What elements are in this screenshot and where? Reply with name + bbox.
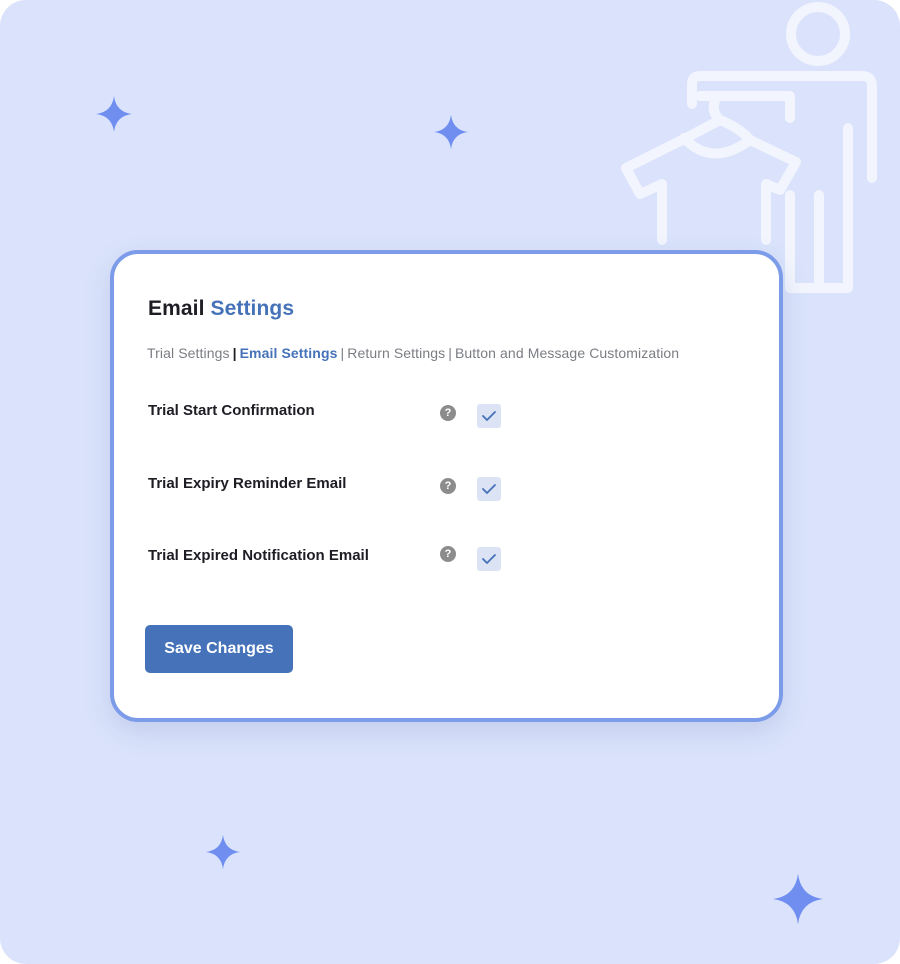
tab-return-settings[interactable]: Return Settings <box>347 345 445 361</box>
question-circle-icon[interactable]: ? <box>440 478 456 494</box>
trial-expiry-reminder-checkbox[interactable] <box>477 477 501 501</box>
tab-separator: | <box>232 345 237 361</box>
checkmark-icon <box>482 411 496 421</box>
setting-row-trial-expired-notification: Trial Expired Notification Email ? <box>114 545 779 575</box>
sparkle-icon <box>96 96 132 132</box>
sparkle-icon <box>772 873 824 925</box>
setting-row-trial-start: Trial Start Confirmation ? <box>114 402 779 432</box>
tab-trial-settings[interactable]: Trial Settings <box>147 345 230 361</box>
sparkle-icon <box>433 114 469 150</box>
settings-card: Email Settings Trial Settings | Email Sett… <box>110 250 783 722</box>
setting-row-trial-expiry-reminder: Trial Expiry Reminder Email ? <box>114 475 779 505</box>
save-changes-button[interactable]: Save Changes <box>145 625 293 673</box>
page-title: Email Settings <box>148 297 294 321</box>
setting-label: Trial Expired Notification Email <box>148 547 369 564</box>
title-word-2: Settings <box>210 297 295 320</box>
question-circle-icon[interactable]: ? <box>440 405 456 421</box>
checkmark-icon <box>482 554 496 564</box>
setting-label: Trial Start Confirmation <box>148 402 315 419</box>
tab-email-settings[interactable]: Email Settings <box>240 345 338 361</box>
question-circle-icon[interactable]: ? <box>440 546 456 562</box>
trial-start-checkbox[interactable] <box>477 404 501 428</box>
checkmark-icon <box>482 484 496 494</box>
tab-separator: | <box>448 345 452 361</box>
page-background: Email Settings Trial Settings | Email Sett… <box>0 0 900 964</box>
sparkle-icon <box>205 834 241 870</box>
trial-expired-notification-checkbox[interactable] <box>477 547 501 571</box>
tab-separator: | <box>340 345 345 361</box>
tab-button-message-customization[interactable]: Button and Message Customization <box>455 345 679 361</box>
setting-label: Trial Expiry Reminder Email <box>148 475 347 492</box>
title-word-1: Email <box>148 297 205 320</box>
settings-tabs: Trial Settings | Email Settings | Return Set… <box>147 345 679 361</box>
